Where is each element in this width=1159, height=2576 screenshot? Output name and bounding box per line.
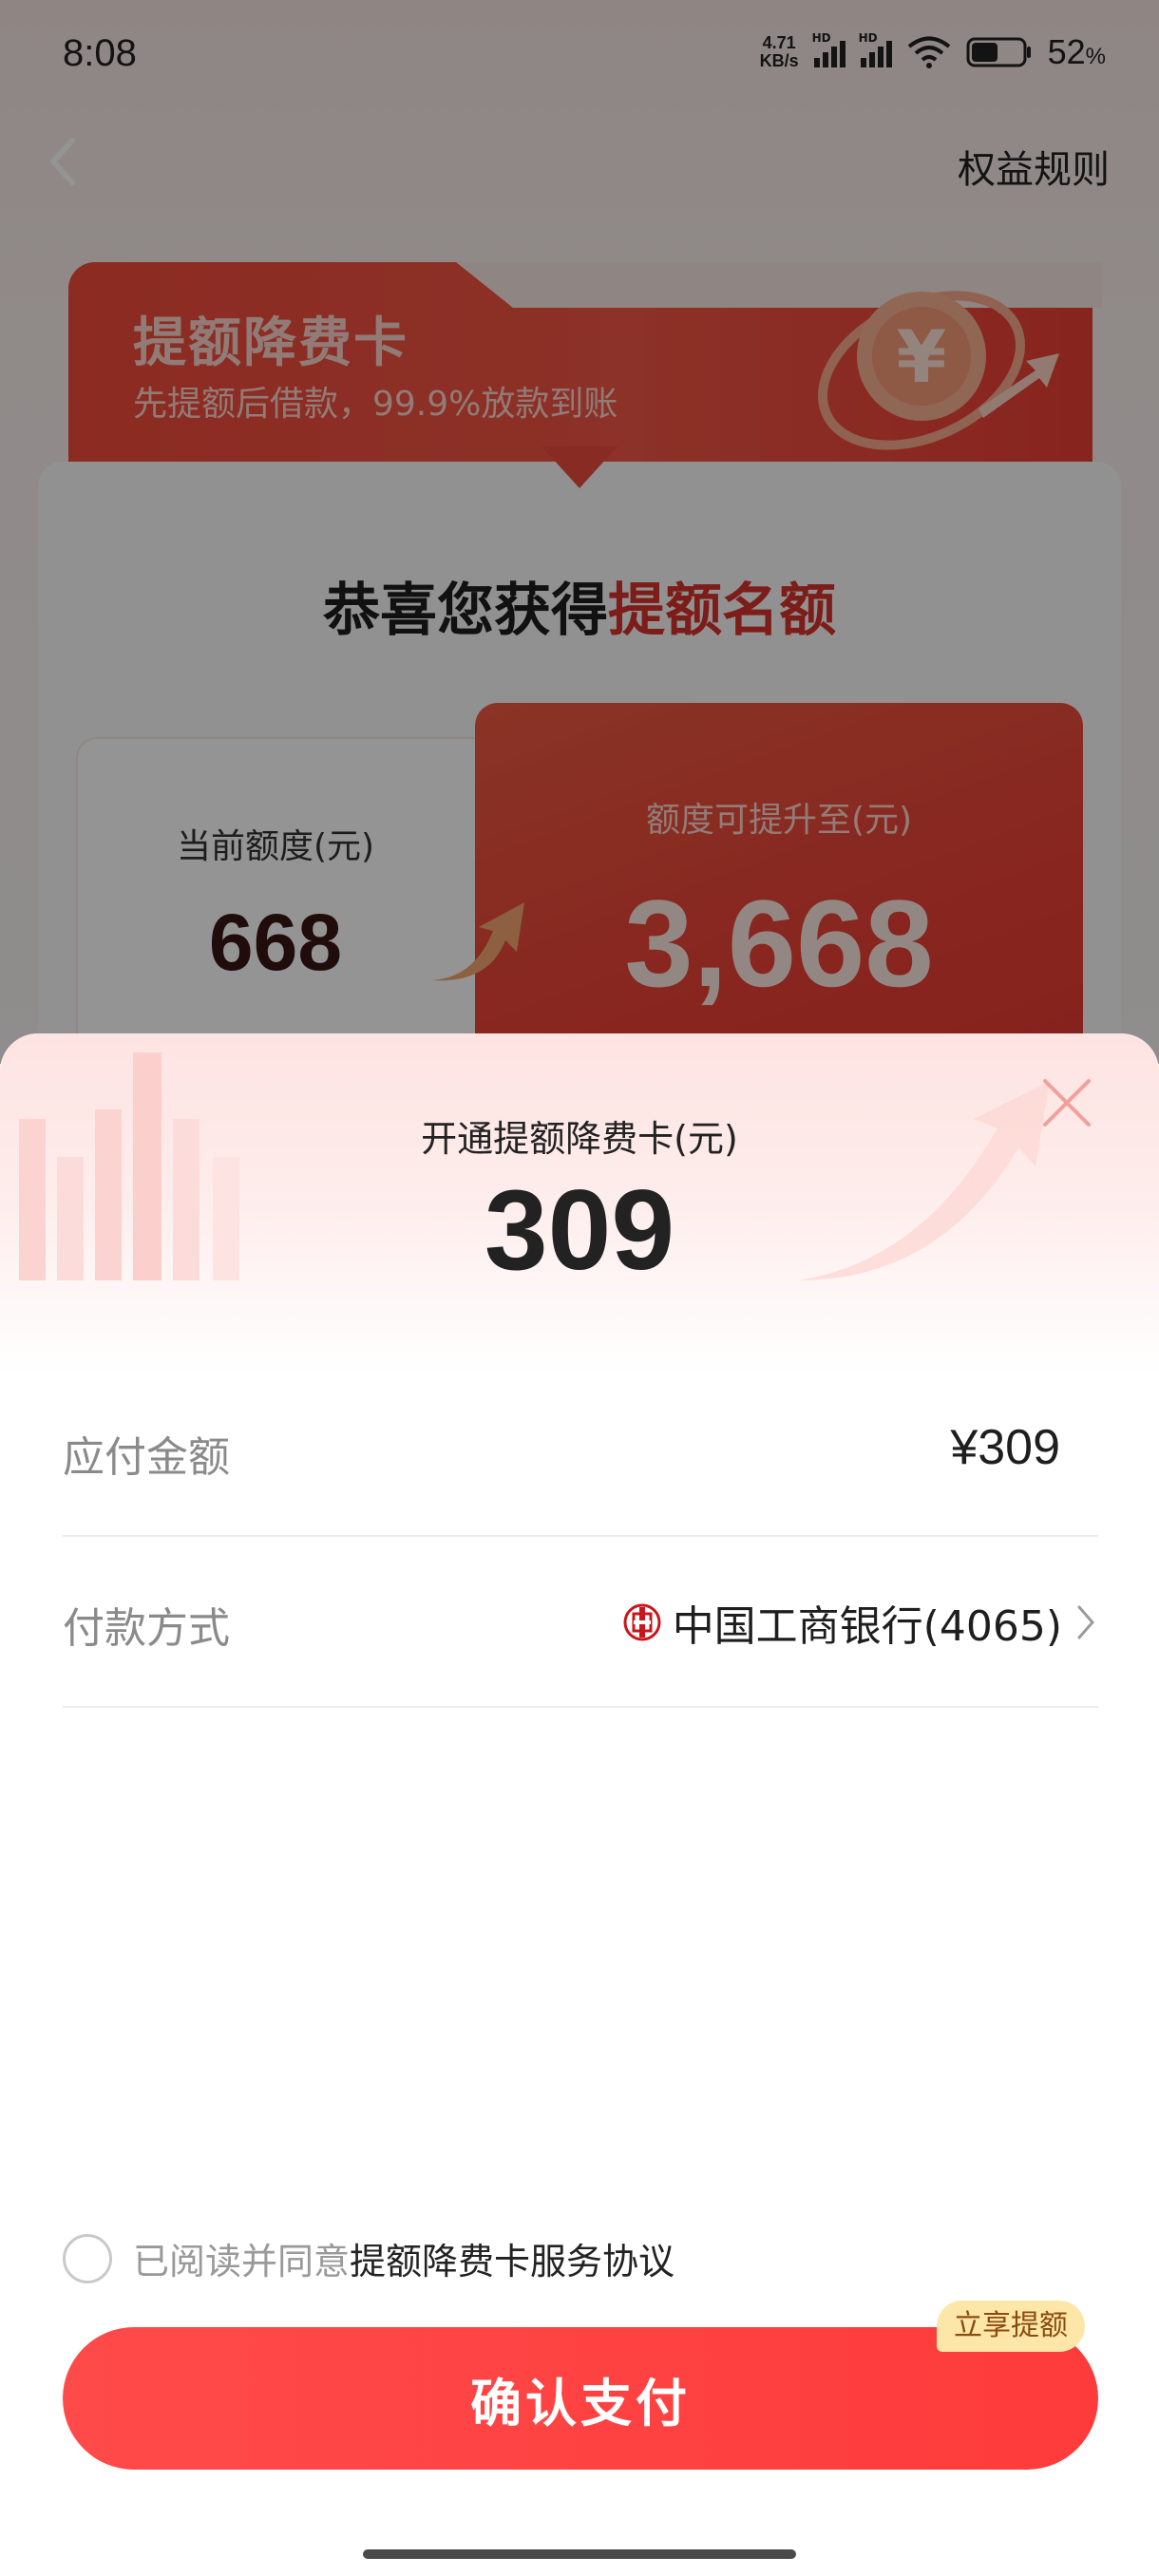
- icbc-logo-icon: [623, 1603, 661, 1641]
- payment-method-label: 付款方式: [63, 1604, 230, 1653]
- agreement-text: 已阅读并同意: [133, 2241, 351, 2282]
- payment-method-value[interactable]: 中国工商银行(4065): [623, 1592, 1098, 1653]
- promo-badge: 立享提额: [937, 2301, 1085, 2352]
- background-page: 8:08 4.71 KB/s HD HD 52% 权益规则 提额降费卡 先提额后…: [0, 0, 1159, 1127]
- payment-method-row[interactable]: 付款方式 中国工商银行(4065): [63, 1537, 1098, 1708]
- bank-name: 中国工商银行(4065): [672, 1602, 1062, 1651]
- agreement-link[interactable]: 提额降费卡服务协议: [350, 2241, 674, 2282]
- confirm-pay-label: 确认支付: [470, 2373, 691, 2434]
- payable-row: 应付金额 ¥309: [63, 1366, 1098, 1537]
- sheet-title: 开通提额降费卡(元): [421, 1118, 738, 1160]
- home-indicator[interactable]: [363, 2549, 796, 2559]
- modal-backdrop[interactable]: [0, 0, 1159, 1064]
- payable-value: ¥309: [950, 1420, 1060, 1475]
- agreement-checkbox[interactable]: [63, 2233, 112, 2283]
- agreement: 已阅读并同意提额降费卡服务协议: [63, 2232, 674, 2284]
- sheet-amount: 309: [484, 1166, 675, 1294]
- chevron-right-icon: [1077, 1605, 1094, 1639]
- payable-label: 应付金额: [63, 1433, 230, 1482]
